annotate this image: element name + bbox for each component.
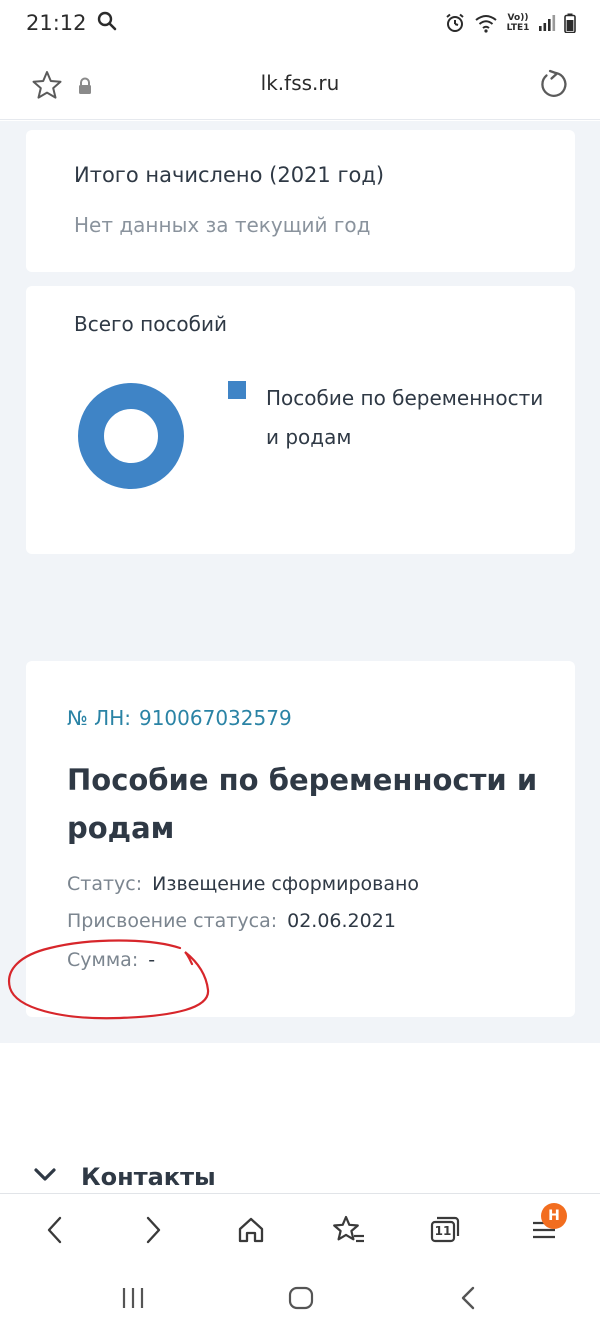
status-date-row: Присвоение статуса: 02.06.2021 bbox=[67, 910, 396, 932]
search-icon bbox=[97, 11, 117, 36]
back-arrow-icon bbox=[47, 1216, 62, 1244]
status-label: Статус: bbox=[67, 873, 143, 895]
network-label: Vo)) LTE1 bbox=[506, 13, 530, 33]
signal-icon bbox=[538, 14, 556, 32]
sick-leave-number-label: № ЛН: bbox=[67, 706, 131, 730]
back-button[interactable] bbox=[37, 1212, 73, 1248]
sick-leave-number[interactable]: № ЛН: 910067032579 bbox=[67, 706, 292, 730]
recent-apps-icon[interactable] bbox=[120, 1285, 146, 1315]
address-url[interactable]: lk.fss.ru bbox=[0, 71, 600, 95]
home-nav-icon[interactable] bbox=[287, 1285, 315, 1315]
total-accrued-subtitle: Нет данных за текущий год bbox=[74, 213, 371, 237]
home-icon bbox=[238, 1217, 264, 1243]
hand-drawn-annotation bbox=[7, 939, 210, 1020]
benefits-donut-chart bbox=[78, 383, 184, 489]
reload-icon[interactable] bbox=[538, 69, 568, 103]
benefits-chart-title: Всего пособий bbox=[74, 312, 227, 336]
status-row: Статус: Извещение сформировано bbox=[67, 873, 419, 895]
sick-leave-number-value: 910067032579 bbox=[138, 706, 292, 730]
benefits-chart-card: Всего пособий Пособие по беременности и … bbox=[26, 286, 575, 554]
benefit-title: Пособие по беременности и родам bbox=[67, 763, 538, 845]
status-value: Извещение сформировано bbox=[152, 873, 420, 895]
address-bar: lk.fss.ru bbox=[0, 46, 600, 120]
donut-slice bbox=[78, 383, 184, 489]
home-button[interactable] bbox=[233, 1212, 269, 1248]
legend-label: Пособие по беременности и родам bbox=[266, 386, 544, 449]
system-nav-bar bbox=[0, 1265, 600, 1332]
status-bar: 21:12 Vo)) LTE1 bbox=[0, 0, 600, 46]
status-date-value: 02.06.2021 bbox=[287, 910, 396, 932]
tabs-button[interactable]: 11 bbox=[427, 1212, 463, 1248]
forward-button[interactable] bbox=[135, 1212, 171, 1248]
total-accrued-title: Итого начислено (2021 год) bbox=[74, 163, 385, 187]
contacts-label: Контакты bbox=[81, 1163, 216, 1191]
page-content: Итого начислено (2021 год) Нет данных за… bbox=[0, 121, 600, 1043]
wifi-icon bbox=[474, 13, 498, 33]
bookmarks-button[interactable] bbox=[331, 1212, 367, 1248]
total-accrued-card: Итого начислено (2021 год) Нет данных за… bbox=[26, 130, 575, 272]
alarm-icon bbox=[444, 12, 466, 34]
legend-swatch bbox=[228, 381, 246, 399]
chevron-down-icon[interactable] bbox=[33, 1167, 57, 1187]
screen: 21:12 Vo)) LTE1 lk.fss.ru Итого начислен… bbox=[0, 0, 600, 1332]
status-time: 21:12 bbox=[26, 11, 87, 35]
contacts-section[interactable]: Контакты bbox=[33, 1163, 216, 1191]
status-date-label: Присвоение статуса: bbox=[67, 910, 278, 932]
browser-toolbar: 11 bbox=[0, 1193, 600, 1265]
menu-notification-badge: Н bbox=[541, 1203, 567, 1229]
battery-icon bbox=[564, 13, 576, 33]
forward-arrow-icon bbox=[146, 1216, 161, 1244]
tabs-count: 11 bbox=[434, 1224, 452, 1238]
back-nav-icon[interactable] bbox=[458, 1285, 480, 1315]
bookmarks-star-icon bbox=[333, 1215, 364, 1243]
